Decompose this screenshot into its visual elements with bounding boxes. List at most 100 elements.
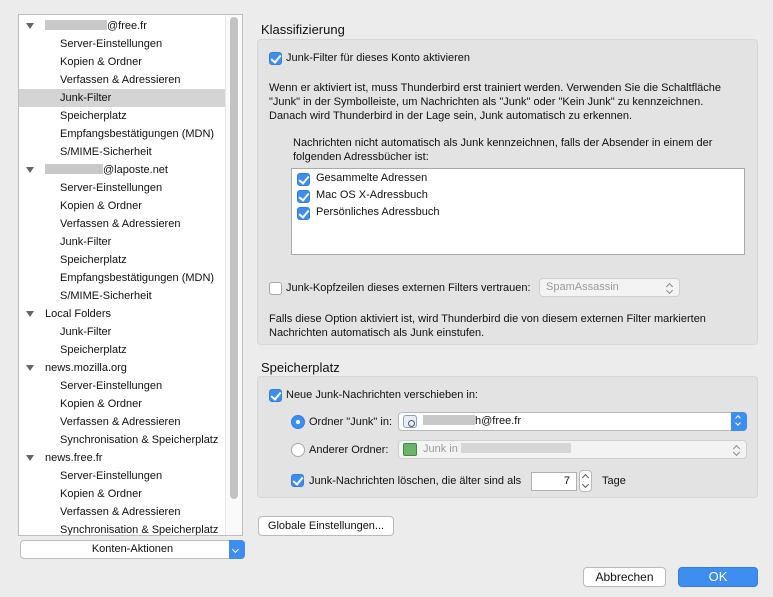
tree-row-label: Speicherplatz [60, 254, 127, 266]
settings-page-row[interactable]: Verfassen & Adressieren [19, 503, 226, 521]
external-filter-value: SpamAssassin [546, 281, 619, 293]
konten-aktionen-button[interactable]: Konten-Aktionen [20, 540, 245, 559]
enable-junk-filter-checkbox[interactable] [269, 52, 282, 65]
whitelist-line: Nachrichten nicht automatisch als Junk k… [293, 137, 713, 149]
settings-page-row[interactable]: Kopien & Ordner [19, 485, 226, 503]
settings-page-row[interactable]: Empfangsbestätigungen (MDN) [19, 269, 226, 287]
updown-arrows-icon [733, 444, 741, 456]
konten-aktionen-label: Konten-Aktionen [91, 543, 174, 555]
tree-row-label: news.free.fr [45, 452, 103, 464]
settings-page-row[interactable]: Kopien & Ordner [19, 395, 226, 413]
redacted-text [460, 443, 571, 453]
settings-page-row[interactable]: Speicherplatz [19, 251, 226, 269]
tree-row-label: Junk-Filter [60, 92, 112, 104]
settings-page-row[interactable]: Server-Einstellungen [19, 377, 226, 395]
settings-page-row[interactable]: Speicherplatz [19, 341, 226, 359]
tree-row-label: Kopien & Ordner [60, 200, 142, 212]
addressbook-list[interactable]: Gesammelte Adressen Mac OS X-Adressbuch … [291, 168, 745, 255]
delete-days-input[interactable]: 7 [531, 472, 577, 491]
trust-info-line: Falls diese Option aktiviert ist, wird T… [269, 313, 706, 325]
junk-folder-radio-label: Ordner "Junk" in: [309, 416, 393, 428]
addressbook-checkbox[interactable] [297, 190, 310, 203]
delete-days-stepper[interactable] [579, 470, 592, 492]
tree-scrollbar[interactable] [225, 15, 242, 535]
settings-page-row[interactable]: Server-Einstellungen [19, 35, 226, 53]
tree-row-label: Empfangsbestätigungen (MDN) [60, 272, 215, 284]
settings-page-row[interactable]: Server-Einstellungen [19, 179, 226, 197]
other-folder-radio[interactable] [291, 443, 305, 457]
tree-row-label: @free.fr [107, 20, 147, 32]
tree-row-label: news.mozilla.org [45, 362, 127, 374]
other-folder-radio-label: Anderer Ordner: [309, 444, 389, 456]
other-folder-select[interactable]: Junk in [398, 440, 747, 459]
move-junk-checkbox[interactable] [269, 389, 282, 402]
tree-row-label: Verfassen & Adressieren [60, 218, 181, 230]
account-row[interactable]: @laposte.net [19, 161, 226, 179]
disclosure-triangle-icon[interactable] [26, 365, 34, 371]
junk-info-text: Wenn er aktiviert ist, muss Thunderbird … [269, 81, 721, 123]
disclosure-triangle-icon[interactable] [26, 455, 34, 461]
days-unit-label: Tage [602, 475, 626, 487]
external-filter-select[interactable]: SpamAssassin [539, 278, 680, 297]
settings-page-row[interactable]: Verfassen & Adressieren [19, 71, 226, 89]
tree-row-label: Junk-Filter [60, 326, 112, 338]
global-settings-button[interactable]: Globale Einstellungen... [258, 516, 394, 536]
tree-row-label: Server-Einstellungen [60, 182, 163, 194]
tree-row-label: Synchronisation & Speicherplatz [60, 434, 219, 446]
settings-page-row[interactable]: Synchronisation & Speicherplatz [19, 521, 226, 536]
settings-page-row[interactable]: Kopien & Ordner [19, 197, 226, 215]
settings-page-row[interactable]: Synchronisation & Speicherplatz [19, 431, 226, 449]
settings-page-row[interactable]: Kopien & Ordner [19, 53, 226, 71]
other-folder-value: Junk in [423, 443, 458, 455]
tree-row-label: Synchronisation & Speicherplatz [60, 524, 219, 536]
tree-row-label: Verfassen & Adressieren [60, 506, 181, 518]
settings-page-row[interactable]: Empfangsbestätigungen (MDN) [19, 125, 226, 143]
move-junk-label: Neue Junk-Nachrichten verschieben in: [286, 389, 478, 401]
junk-folder-select[interactable]: h@free.fr [398, 412, 747, 431]
disclosure-triangle-icon[interactable] [26, 23, 34, 29]
chevron-down-icon [229, 540, 245, 559]
account-row[interactable]: Local Folders [19, 305, 226, 323]
settings-page-row[interactable]: Junk-Filter [19, 233, 226, 251]
settings-page-row[interactable]: S/MIME-Sicherheit [19, 287, 226, 305]
tree-row-label: Speicherplatz [60, 344, 127, 356]
account-tree[interactable]: @free.fr Server-Einstellungen Kopien & Ord… [18, 14, 243, 536]
redacted-text [45, 20, 107, 30]
tree-row-label: S/MIME-Sicherheit [60, 146, 152, 158]
settings-page-row[interactable]: Speicherplatz [19, 107, 226, 125]
junk-info-line: Danach wird Thunderbird in der Lage sein… [269, 110, 633, 122]
junk-folder-value: h@free.fr [475, 415, 522, 427]
ok-button[interactable]: OK [678, 567, 758, 587]
settings-page-row[interactable]: S/MIME-Sicherheit [19, 143, 226, 161]
addressbook-checkbox[interactable] [297, 207, 310, 220]
junk-folder-radio[interactable] [291, 415, 305, 429]
account-row[interactable]: @free.fr [19, 17, 226, 35]
tree-row-label: Speicherplatz [60, 110, 127, 122]
delete-old-junk-checkbox[interactable] [291, 474, 304, 487]
section-title-speicherplatz: Speicherplatz [261, 360, 340, 375]
trust-info-text: Falls diese Option aktiviert ist, wird T… [269, 312, 706, 340]
junk-folder-icon [403, 443, 417, 456]
tree-row-label: Server-Einstellungen [60, 38, 163, 50]
cancel-button[interactable]: Abbrechen [583, 567, 666, 587]
settings-page-row[interactable]: Verfassen & Adressieren [19, 215, 226, 233]
addressbook-checkbox[interactable] [297, 173, 310, 186]
settings-page-row[interactable]: Junk-Filter [19, 323, 226, 341]
tree-row-label: Local Folders [45, 308, 112, 320]
delete-old-junk-label: Junk-Nachrichten löschen, die älter sind… [309, 475, 522, 487]
account-row[interactable]: news.mozilla.org [19, 359, 226, 377]
redacted-text [423, 415, 475, 425]
account-row[interactable]: news.free.fr [19, 449, 226, 467]
settings-page-row[interactable]: Server-Einstellungen [19, 467, 226, 485]
settings-page-row[interactable]: Junk-Filter [19, 89, 226, 107]
tree-row-label: Kopien & Ordner [60, 488, 142, 500]
disclosure-triangle-icon[interactable] [26, 311, 34, 317]
section-title-klassifizierung: Klassifizierung [261, 22, 345, 37]
redacted-text [45, 164, 103, 174]
settings-page-row[interactable]: Verfassen & Adressieren [19, 413, 226, 431]
tree-scrollbar-thumb[interactable] [230, 17, 238, 499]
disclosure-triangle-icon[interactable] [26, 167, 34, 173]
enable-junk-filter-label: Junk-Filter für dieses Konto aktivieren [286, 52, 471, 64]
trust-headers-checkbox[interactable] [269, 282, 282, 295]
addressbook-label: Mac OS X-Adressbuch [316, 189, 428, 201]
